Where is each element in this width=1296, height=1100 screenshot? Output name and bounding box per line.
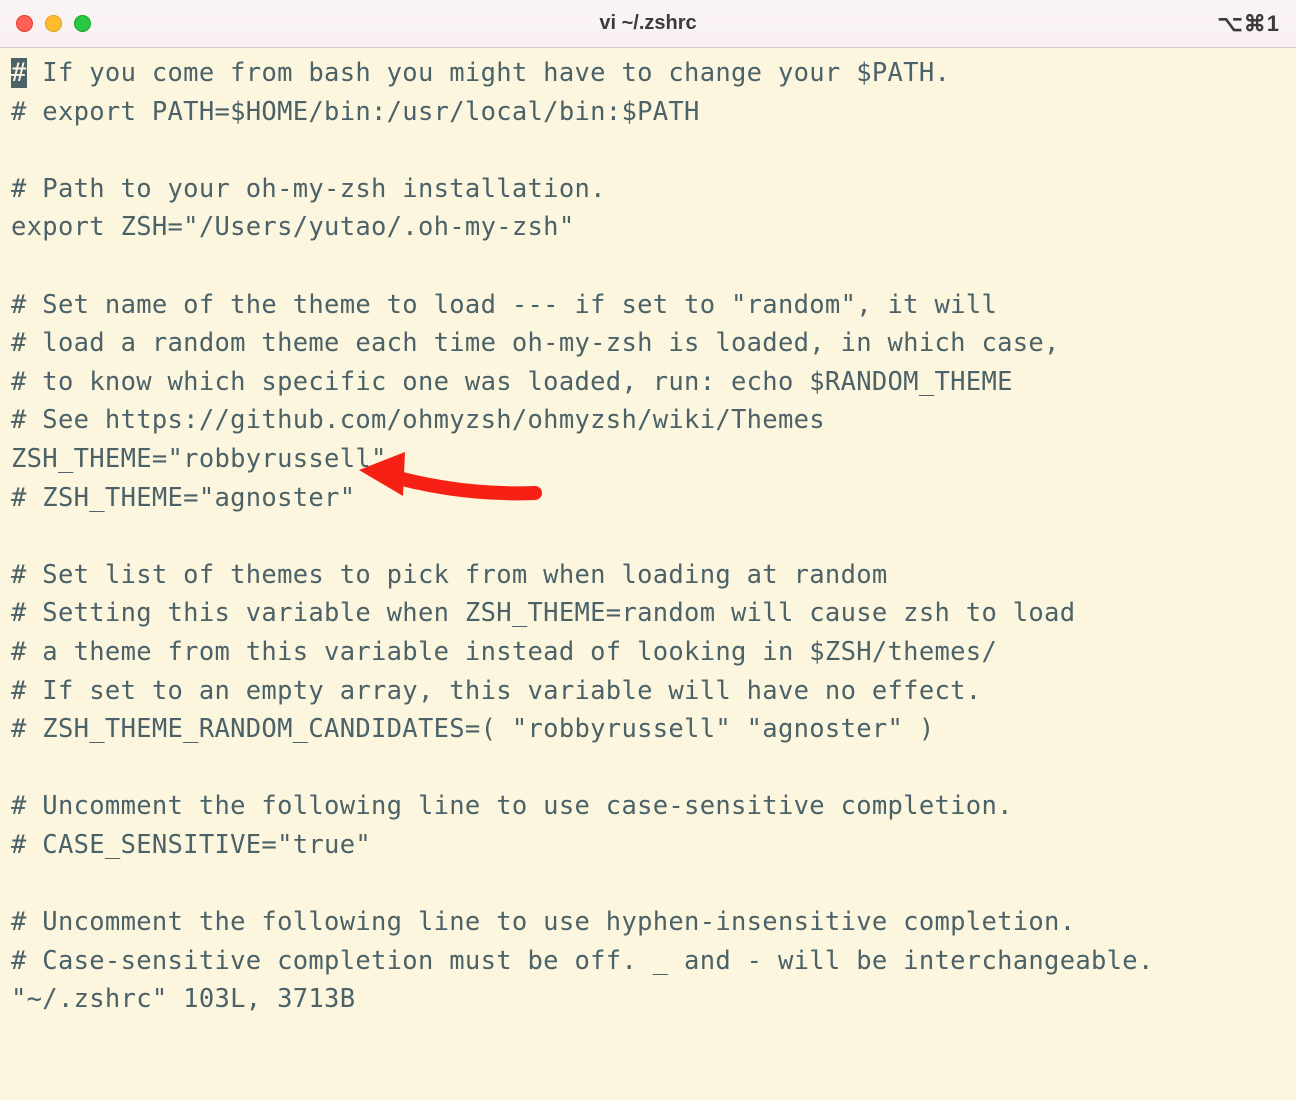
editor-line: # Set list of themes to pick from when l… xyxy=(11,556,1285,595)
editor-line: # If set to an empty array, this variabl… xyxy=(11,672,1285,711)
editor-line: # If you come from bash you might have t… xyxy=(11,54,1285,93)
editor-line: # Uncomment the following line to use hy… xyxy=(11,903,1285,942)
window-title: vi ~/.zshrc xyxy=(599,12,696,35)
editor-line: # ZSH_THEME_RANDOM_CANDIDATES=( "robbyru… xyxy=(11,710,1285,749)
window-shortcut: ⌥⌘1 xyxy=(1217,11,1280,37)
editor-line: # See https://github.com/ohmyzsh/ohmyzsh… xyxy=(11,401,1285,440)
close-button[interactable] xyxy=(16,15,33,32)
editor-line xyxy=(11,517,1285,556)
editor-line xyxy=(11,749,1285,788)
editor-line: # Uncomment the following line to use ca… xyxy=(11,787,1285,826)
window-titlebar: vi ~/.zshrc ⌥⌘1 xyxy=(0,0,1296,48)
editor-line: ZSH_THEME="robbyrussell" xyxy=(11,440,1285,479)
editor-line: # Setting this variable when ZSH_THEME=r… xyxy=(11,594,1285,633)
maximize-button[interactable] xyxy=(74,15,91,32)
editor-line xyxy=(11,864,1285,903)
editor-line: # Path to your oh-my-zsh installation. xyxy=(11,170,1285,209)
editor-line: # Case-sensitive completion must be off.… xyxy=(11,942,1285,981)
editor-line: export ZSH="/Users/yutao/.oh-my-zsh" xyxy=(11,208,1285,247)
editor-line: # CASE_SENSITIVE="true" xyxy=(11,826,1285,865)
traffic-lights xyxy=(16,15,91,32)
editor-cursor: # xyxy=(11,58,27,88)
editor-line xyxy=(11,131,1285,170)
editor-viewport[interactable]: # If you come from bash you might have t… xyxy=(0,48,1296,1019)
editor-line: # load a random theme each time oh-my-zs… xyxy=(11,324,1285,363)
minimize-button[interactable] xyxy=(45,15,62,32)
editor-line: # Set name of the theme to load --- if s… xyxy=(11,286,1285,325)
editor-line: # ZSH_THEME="agnoster" xyxy=(11,479,1285,518)
editor-line: # to know which specific one was loaded,… xyxy=(11,363,1285,402)
editor-line: # export PATH=$HOME/bin:/usr/local/bin:$… xyxy=(11,93,1285,132)
editor-line xyxy=(11,247,1285,286)
editor-line: "~/.zshrc" 103L, 3713B xyxy=(11,980,1285,1019)
editor-line: # a theme from this variable instead of … xyxy=(11,633,1285,672)
